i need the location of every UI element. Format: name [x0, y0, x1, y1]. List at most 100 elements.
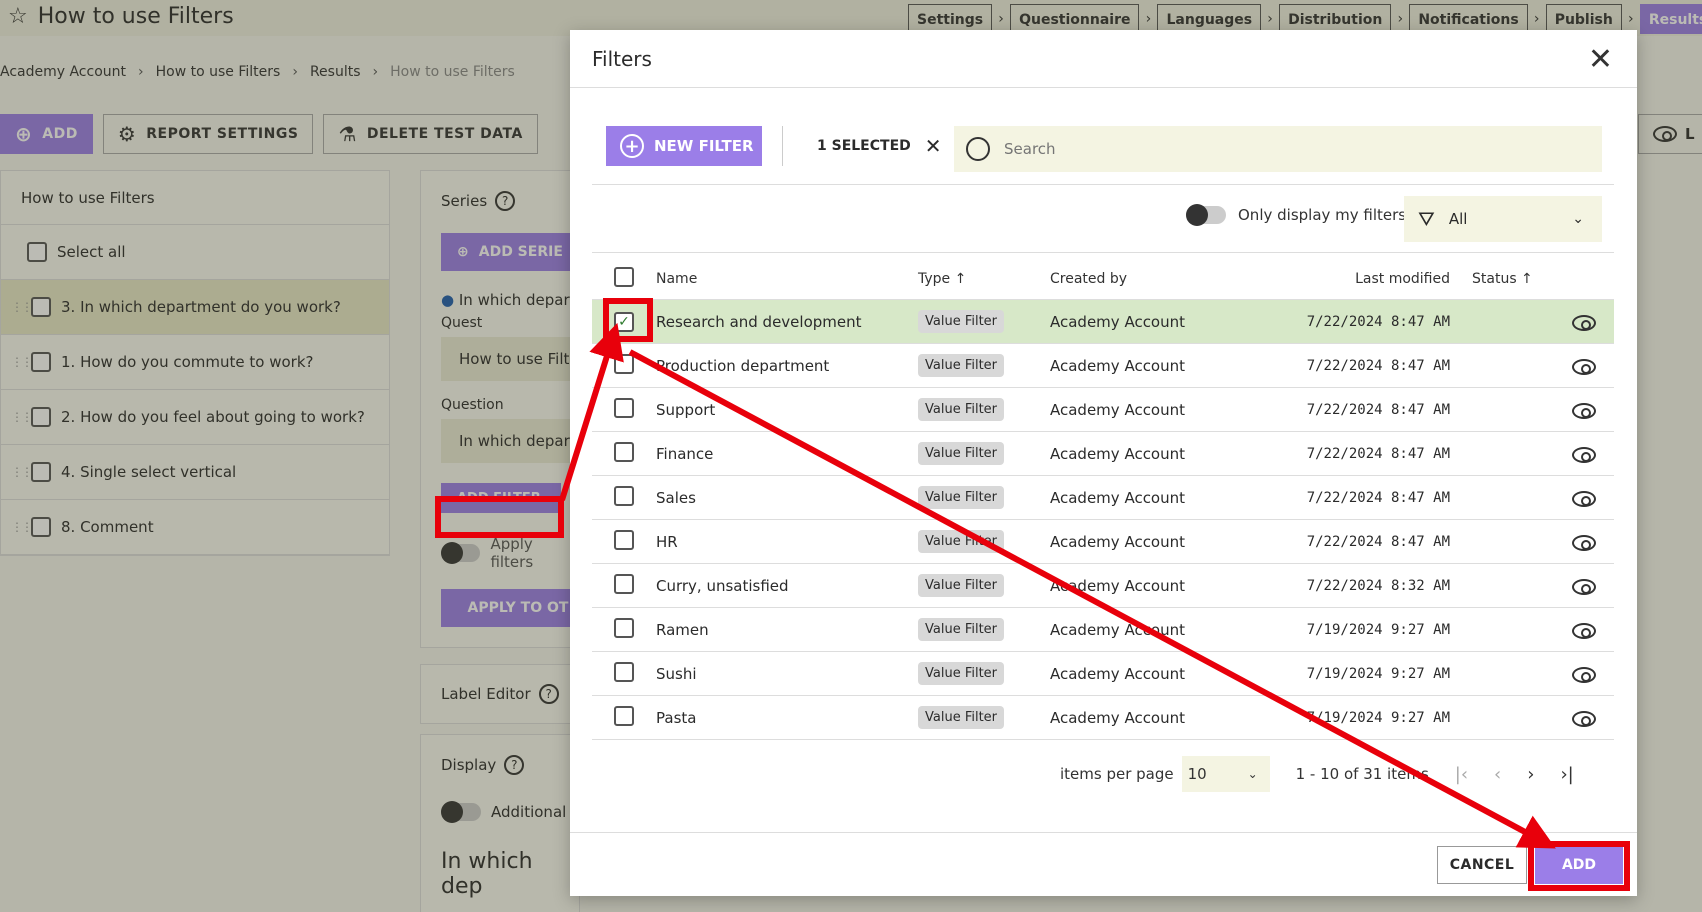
- last-modified: 7/22/2024 8:47 AM: [1306, 445, 1450, 462]
- page-range: 1 - 10 of 31 items: [1295, 765, 1429, 783]
- filter-name: Finance: [656, 444, 714, 463]
- table-row[interactable]: Ramen Value Filter Academy Account 7/19/…: [592, 608, 1614, 652]
- selected-count: 1 SELECTED: [817, 138, 911, 154]
- created-by: Academy Account: [1050, 400, 1186, 419]
- items-per-page-select[interactable]: 10 ⌄: [1181, 756, 1270, 792]
- created-by: Academy Account: [1050, 312, 1186, 331]
- divider: [592, 184, 1614, 185]
- table-row[interactable]: Sushi Value Filter Academy Account 7/19/…: [592, 652, 1614, 696]
- last-modified: 7/22/2024 8:32 AM: [1306, 577, 1450, 594]
- filter-name: Curry, unsatisfied: [656, 576, 789, 595]
- eye-icon[interactable]: [1572, 315, 1596, 331]
- search-input[interactable]: [1004, 140, 1564, 158]
- last-modified: 7/22/2024 8:47 AM: [1306, 313, 1450, 330]
- filter-name: Sales: [656, 488, 696, 507]
- only-my-filters-row[interactable]: Only display my filters: [1186, 204, 1406, 226]
- filter-name: Pasta: [656, 708, 697, 727]
- table-row[interactable]: Sales Value Filter Academy Account 7/22/…: [592, 476, 1614, 520]
- filter-name: Research and development: [656, 312, 862, 331]
- row-checkbox[interactable]: [614, 661, 634, 682]
- table-row[interactable]: Finance Value Filter Academy Account 7/2…: [592, 432, 1614, 476]
- table-row[interactable]: ✓ Research and development Value Filter …: [592, 300, 1614, 344]
- created-by: Academy Account: [1050, 576, 1186, 595]
- items-per-page-label: items per page: [1060, 765, 1174, 783]
- table-header: Name Type ↑ Created by Last modified Sta…: [592, 258, 1614, 300]
- eye-icon[interactable]: [1572, 359, 1596, 375]
- select-all-filters-checkbox[interactable]: [614, 266, 634, 287]
- eye-icon[interactable]: [1572, 711, 1596, 727]
- created-by: Academy Account: [1050, 664, 1186, 683]
- type-badge: Value Filter: [918, 662, 1005, 685]
- highlight-add-filter-button: [435, 496, 564, 538]
- column-type[interactable]: Type ↑: [918, 271, 1050, 287]
- selection-indicator: 1 SELECTED ✕: [817, 134, 942, 158]
- search-box: [954, 126, 1602, 172]
- column-status[interactable]: Status ↑: [1450, 271, 1554, 287]
- row-checkbox[interactable]: [614, 441, 634, 462]
- row-checkbox[interactable]: [614, 529, 634, 550]
- search-icon: [966, 137, 990, 161]
- row-checkbox[interactable]: [614, 617, 634, 638]
- highlight-add-button: [1528, 841, 1630, 891]
- highlight-selected-checkbox: [603, 298, 653, 342]
- cancel-button[interactable]: CANCEL: [1437, 846, 1527, 884]
- type-badge: Value Filter: [918, 530, 1005, 553]
- type-badge: Value Filter: [918, 398, 1005, 421]
- type-badge: Value Filter: [918, 486, 1005, 509]
- last-modified: 7/22/2024 8:47 AM: [1306, 489, 1450, 506]
- type-badge: Value Filter: [918, 442, 1005, 465]
- eye-icon[interactable]: [1572, 623, 1596, 639]
- type-badge: Value Filter: [918, 618, 1005, 641]
- row-checkbox[interactable]: [614, 573, 634, 594]
- eye-icon[interactable]: [1572, 491, 1596, 507]
- column-created-by[interactable]: Created by: [1050, 271, 1254, 287]
- close-icon[interactable]: ✕: [1588, 42, 1613, 77]
- new-filter-label: NEW FILTER: [654, 137, 754, 155]
- created-by: Academy Account: [1050, 444, 1186, 463]
- type-badge: Value Filter: [918, 574, 1005, 597]
- modal-title: Filters: [570, 30, 1637, 88]
- filter-type-dropdown[interactable]: ⛛ All ⌄: [1404, 196, 1602, 242]
- row-checkbox[interactable]: [614, 485, 634, 506]
- table-row[interactable]: HR Value Filter Academy Account 7/22/202…: [592, 520, 1614, 564]
- funnel-icon: ⛛: [1418, 207, 1435, 231]
- eye-icon[interactable]: [1572, 403, 1596, 419]
- filter-name: Support: [656, 400, 716, 419]
- table-row[interactable]: Curry, unsatisfied Value Filter Academy …: [592, 564, 1614, 608]
- row-checkbox[interactable]: [614, 705, 634, 726]
- created-by: Academy Account: [1050, 356, 1186, 375]
- row-checkbox[interactable]: [614, 397, 634, 418]
- table-row[interactable]: Production department Value Filter Acade…: [592, 344, 1614, 388]
- created-by: Academy Account: [1050, 708, 1186, 727]
- clear-selection-icon[interactable]: ✕: [925, 134, 942, 158]
- row-checkbox[interactable]: [614, 353, 634, 374]
- last-modified: 7/22/2024 8:47 AM: [1306, 533, 1450, 550]
- chevron-down-icon: ⌄: [1247, 767, 1258, 781]
- eye-icon[interactable]: [1572, 579, 1596, 595]
- pagination: items per page 10 ⌄ 1 - 10 of 31 items |…: [1060, 756, 1574, 792]
- table-row[interactable]: Support Value Filter Academy Account 7/2…: [592, 388, 1614, 432]
- divider: [570, 832, 1637, 833]
- only-my-filters-toggle[interactable]: [1186, 204, 1226, 226]
- filters-modal: Filters ✕ + NEW FILTER 1 SELECTED ✕ Only…: [570, 30, 1637, 896]
- filter-name: HR: [656, 532, 678, 551]
- table-row[interactable]: Pasta Value Filter Academy Account 7/19/…: [592, 696, 1614, 740]
- created-by: Academy Account: [1050, 532, 1186, 551]
- filters-table: Name Type ↑ Created by Last modified Sta…: [592, 258, 1614, 740]
- next-page-icon[interactable]: ›: [1527, 764, 1534, 785]
- column-name[interactable]: Name: [656, 271, 918, 287]
- first-page-icon[interactable]: |‹: [1455, 764, 1468, 785]
- filter-name: Ramen: [656, 620, 709, 639]
- column-last-modified[interactable]: Last modified: [1254, 271, 1450, 287]
- last-modified: 7/22/2024 8:47 AM: [1306, 401, 1450, 418]
- last-page-icon[interactable]: ›|: [1560, 764, 1573, 785]
- created-by: Academy Account: [1050, 488, 1186, 507]
- eye-icon[interactable]: [1572, 667, 1596, 683]
- eye-icon[interactable]: [1572, 447, 1596, 463]
- filter-type-value: All: [1448, 210, 1468, 228]
- new-filter-button[interactable]: + NEW FILTER: [606, 126, 762, 166]
- eye-icon[interactable]: [1572, 535, 1596, 551]
- type-badge: Value Filter: [918, 354, 1005, 377]
- last-modified: 7/19/2024 9:27 AM: [1306, 621, 1450, 638]
- previous-page-icon[interactable]: ‹: [1494, 764, 1501, 785]
